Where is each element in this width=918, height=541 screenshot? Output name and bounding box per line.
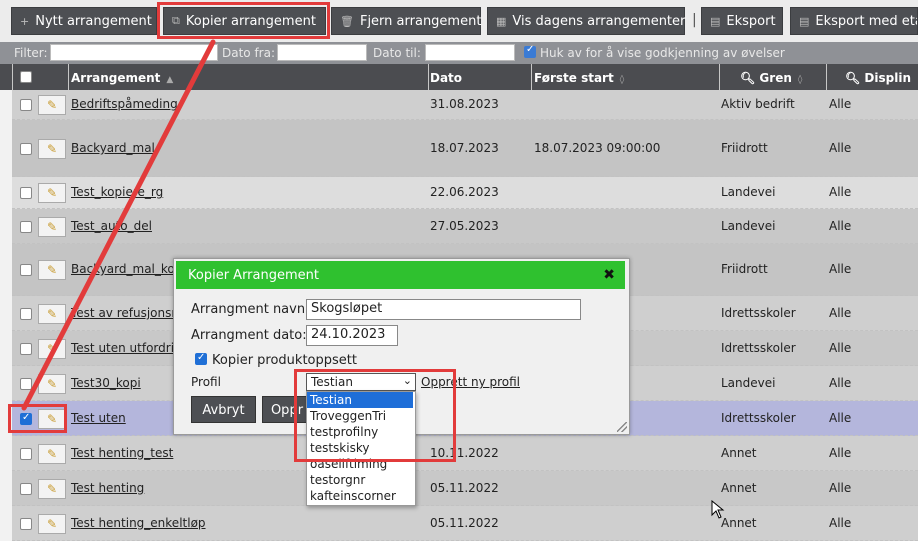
selected-row-highlight	[8, 404, 67, 433]
profile-highlight	[294, 369, 456, 462]
mouse-cursor-icon	[711, 500, 725, 519]
dialog-title: Kopier Arrangement	[188, 268, 319, 283]
dialog-header: Kopier Arrangement ✖	[176, 261, 625, 289]
event-name-input[interactable]: Skogsløpet	[306, 299, 581, 320]
resize-handle[interactable]	[617, 422, 627, 432]
close-icon[interactable]: ✖	[603, 267, 615, 283]
copy-setup-checkbox[interactable]	[195, 352, 207, 365]
profile-option[interactable]: kafteinscorner	[307, 488, 413, 504]
event-name-label: Arrangment navn:	[191, 302, 310, 317]
event-date-label: Arrangment dato:	[191, 328, 307, 343]
profile-option[interactable]: testorgnr	[307, 472, 413, 488]
cancel-button[interactable]: Avbryt	[191, 396, 256, 423]
event-date-input[interactable]: 24.10.2023	[306, 325, 398, 346]
copy-setup-label: Kopier produktoppsett	[212, 353, 357, 368]
profile-label: Profil	[191, 375, 221, 389]
